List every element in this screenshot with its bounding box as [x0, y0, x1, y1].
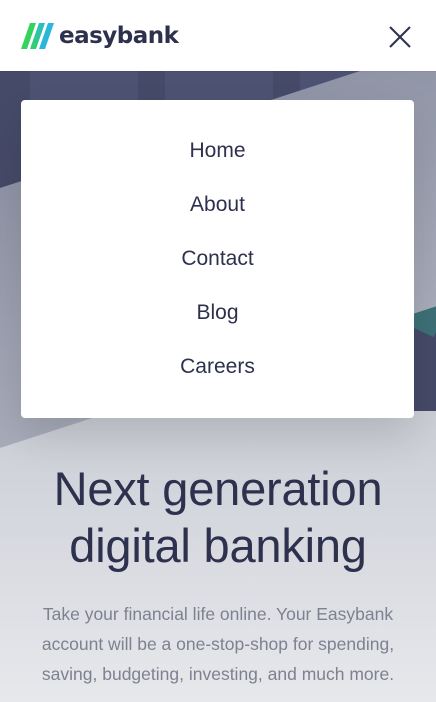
nav-item-home[interactable]: Home — [189, 137, 245, 191]
hero-description-line: account will be a one-stop-shop for spen… — [41, 634, 395, 654]
close-icon[interactable] — [386, 23, 414, 51]
hero-description-line: Take your financial life online. Your Ea… — [42, 604, 394, 624]
logo[interactable]: easybank — [21, 22, 179, 49]
hero-content: Next generation digital banking Take you… — [0, 460, 436, 689]
easybank-logo-mark-icon — [21, 22, 54, 49]
hero-description-line: saving, budgeting, investing, and much m… — [41, 664, 395, 684]
mobile-nav-menu: Home About Contact Blog Careers — [21, 100, 414, 418]
site-header: easybank — [0, 0, 436, 71]
hero-description: Take your financial life online. Your Ea… — [0, 599, 436, 689]
nav-item-blog[interactable]: Blog — [196, 299, 238, 353]
hero-headline: Next generation digital banking — [0, 460, 436, 574]
nav-item-careers[interactable]: Careers — [180, 353, 255, 407]
nav-item-contact[interactable]: Contact — [181, 245, 253, 299]
nav-item-about[interactable]: About — [190, 191, 245, 245]
hero-headline-line: Next generation — [53, 462, 383, 515]
hero-headline-line: digital banking — [69, 519, 367, 572]
logo-text: easybank — [59, 22, 179, 49]
